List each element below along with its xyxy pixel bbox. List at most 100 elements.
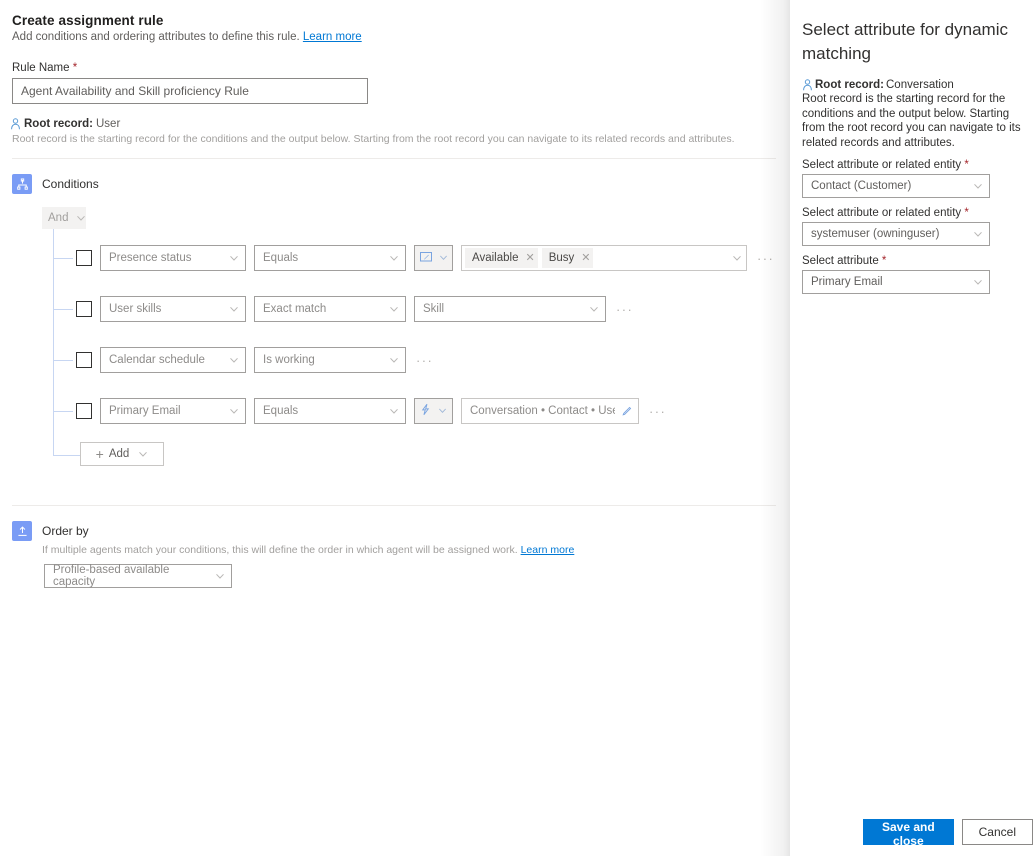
condition-checkbox[interactable] xyxy=(76,250,92,266)
condition-checkbox[interactable] xyxy=(76,301,92,317)
chevron-down-icon xyxy=(438,406,448,416)
conditions-section-header: Conditions xyxy=(12,174,99,194)
panel-entity-value-1: systemuser (owninguser) xyxy=(811,228,969,240)
condition-operator-select[interactable]: Is working xyxy=(254,347,406,373)
page-title: Create assignment rule xyxy=(12,13,790,28)
condition-operator-select[interactable]: Equals xyxy=(254,245,406,271)
page-subtitle: Add conditions and ordering attributes t… xyxy=(12,31,790,43)
orderby-select[interactable]: Profile-based available capacity xyxy=(44,564,232,588)
rule-name-required-mark: * xyxy=(73,62,77,74)
divider-top xyxy=(12,158,776,159)
condition-attribute-value: Calendar schedule xyxy=(109,354,225,366)
condition-attribute-value: Primary Email xyxy=(109,405,225,417)
condition-value-chips[interactable]: Available ✕ Busy ✕ xyxy=(461,245,747,271)
chevron-down-icon xyxy=(229,304,239,314)
divider-bottom xyxy=(12,505,776,506)
required-mark: * xyxy=(964,207,968,219)
value-chip-label: Busy xyxy=(549,252,575,264)
subtitle-learn-more-link[interactable]: Learn more xyxy=(303,31,362,43)
panel-field-label-0: Select attribute or related entity * xyxy=(802,159,1021,171)
chevron-down-icon xyxy=(389,406,399,416)
panel-root-record-description: Root record is the starting record for t… xyxy=(802,92,1021,150)
condition-overflow-menu[interactable]: ··· xyxy=(647,404,668,419)
orderby-section-title: Order by xyxy=(42,521,574,541)
condition-overflow-menu[interactable]: ··· xyxy=(614,302,635,317)
dynamic-value-icon-button[interactable] xyxy=(414,398,453,424)
chevron-down-icon xyxy=(389,304,399,314)
panel-entity-select-1[interactable]: systemuser (owninguser) xyxy=(802,222,990,246)
page-subtitle-text: Add conditions and ordering attributes t… xyxy=(12,31,300,43)
chevron-down-icon xyxy=(138,449,148,459)
condition-dynamic-value-text: Conversation • Contact • User • P... xyxy=(470,405,615,417)
group-operator-dropdown[interactable]: And xyxy=(42,207,86,229)
condition-overflow-menu[interactable]: ··· xyxy=(755,251,776,266)
panel-title: Select attribute for dynamic matching xyxy=(802,18,1021,66)
panel-root-record-prefix: Root record: xyxy=(815,79,884,91)
condition-row: Primary Email Equals xyxy=(76,398,668,424)
chip-remove-icon[interactable]: ✕ xyxy=(525,253,534,264)
condition-attribute-select[interactable]: Primary Email xyxy=(100,398,246,424)
add-condition-button[interactable]: + Add xyxy=(80,442,164,466)
chip-remove-icon[interactable]: ✕ xyxy=(581,253,590,264)
orderby-texts: Order by If multiple agents match your c… xyxy=(42,521,574,556)
orderby-selected-value: Profile-based available capacity xyxy=(53,564,211,588)
person-icon xyxy=(10,118,21,130)
condition-attribute-value: Presence status xyxy=(109,252,225,264)
condition-attribute-select[interactable]: Presence status xyxy=(100,245,246,271)
condition-tree-branch xyxy=(53,360,73,361)
condition-dynamic-value[interactable]: Conversation • Contact • User • P... xyxy=(461,398,639,424)
chevron-down-icon xyxy=(229,355,239,365)
group-operator-label: And xyxy=(48,212,68,224)
root-record-value: User xyxy=(96,118,120,130)
condition-operator-select[interactable]: Exact match xyxy=(254,296,406,322)
plus-icon: + xyxy=(96,447,104,461)
required-mark: * xyxy=(964,159,968,171)
condition-attribute-value: User skills xyxy=(109,303,225,315)
condition-operator-value: Is working xyxy=(263,354,385,366)
chevron-down-icon xyxy=(589,304,599,314)
static-value-icon xyxy=(419,250,433,267)
root-record-description: Root record is the starting record for t… xyxy=(12,133,790,145)
panel-root-record-line: Root record: Conversation xyxy=(802,79,1021,91)
condition-value-select[interactable]: Skill xyxy=(414,296,606,322)
conditions-section-title: Conditions xyxy=(42,174,99,194)
static-value-icon-button[interactable] xyxy=(414,245,453,271)
panel-root-record-value: Conversation xyxy=(886,79,954,91)
value-chip: Available ✕ xyxy=(465,248,538,268)
save-and-close-button[interactable]: Save and close xyxy=(863,819,954,845)
condition-row: Calendar schedule Is working ··· xyxy=(76,347,435,373)
condition-operator-select[interactable]: Equals xyxy=(254,398,406,424)
edit-pencil-icon[interactable] xyxy=(621,406,632,417)
orderby-learn-more-link[interactable]: Learn more xyxy=(521,544,575,556)
chevron-down-icon xyxy=(973,181,983,191)
condition-attribute-select[interactable]: Calendar schedule xyxy=(100,347,246,373)
orderby-section-description: If multiple agents match your conditions… xyxy=(42,544,574,556)
panel-entity-select-0[interactable]: Contact (Customer) xyxy=(802,174,990,198)
add-condition-label: Add xyxy=(109,448,129,460)
condition-checkbox[interactable] xyxy=(76,403,92,419)
condition-tree-trunk xyxy=(53,229,54,456)
condition-checkbox[interactable] xyxy=(76,352,92,368)
orderby-section-header: Order by If multiple agents match your c… xyxy=(12,521,574,556)
dynamic-matching-panel: Select attribute for dynamic matching Ro… xyxy=(790,0,1033,856)
panel-attribute-value: Primary Email xyxy=(811,276,969,288)
condition-overflow-menu[interactable]: ··· xyxy=(414,353,435,368)
root-record-line: Root record: User xyxy=(10,118,790,130)
panel-field-label-text: Select attribute or related entity xyxy=(802,207,961,219)
panel-attribute-select[interactable]: Primary Email xyxy=(802,270,990,294)
panel-field-label-1: Select attribute or related entity * xyxy=(802,207,1021,219)
chevron-down-icon[interactable] xyxy=(732,253,742,263)
rule-name-input[interactable] xyxy=(12,78,368,104)
panel-field-label-text: Select attribute xyxy=(802,255,879,267)
condition-tree-branch xyxy=(53,455,81,456)
chevron-down-icon xyxy=(973,277,983,287)
app-root: Create assignment rule Add conditions an… xyxy=(0,0,1033,856)
panel-field-label-text: Select attribute or related entity xyxy=(802,159,961,171)
condition-value-text: Skill xyxy=(423,303,585,315)
condition-attribute-select[interactable]: User skills xyxy=(100,296,246,322)
condition-tree-branch xyxy=(53,411,73,412)
cancel-button[interactable]: Cancel xyxy=(962,819,1033,845)
chevron-down-icon xyxy=(215,571,225,581)
condition-row: Presence status Equals xyxy=(76,245,776,271)
condition-operator-value: Exact match xyxy=(263,303,385,315)
